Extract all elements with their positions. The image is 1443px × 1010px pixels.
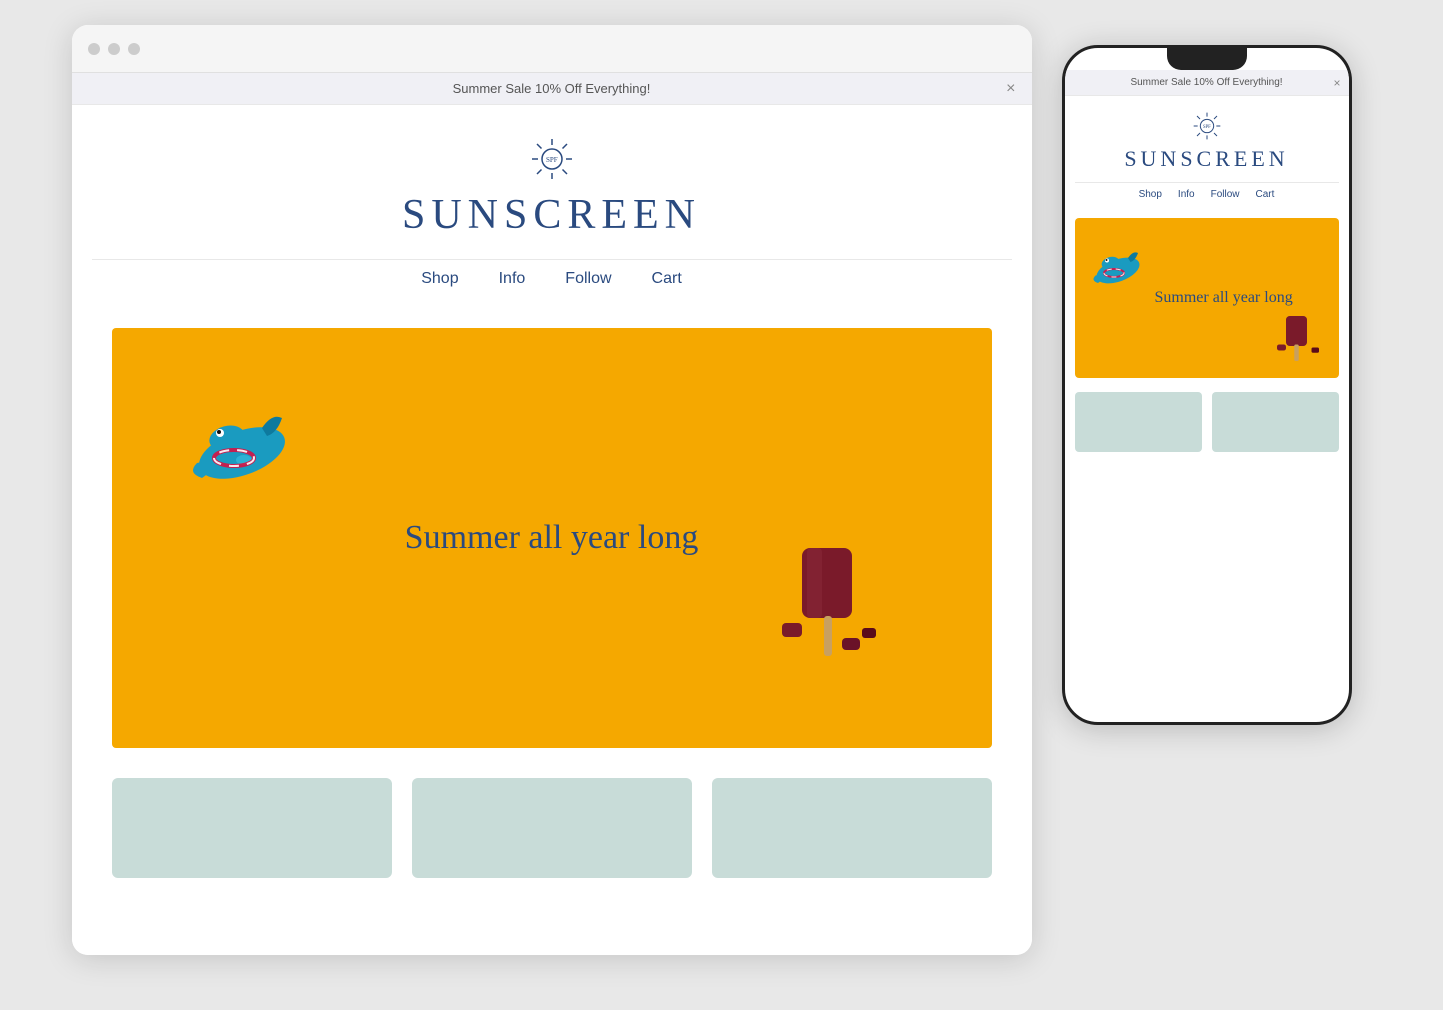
- announcement-text: Summer Sale 10% Off Everything!: [453, 81, 651, 96]
- phone-header: SPF SUNSCREEN Shop Info Follow Cart: [1065, 96, 1349, 218]
- phone-hero-banner: Summer all year long: [1075, 218, 1339, 378]
- phone-nav: Shop Info Follow Cart: [1075, 182, 1339, 210]
- announcement-bar: Summer Sale 10% Off Everything! ×: [72, 73, 1032, 105]
- browser-dot-yellow: [108, 43, 120, 55]
- nav-item-info[interactable]: Info: [499, 270, 526, 288]
- phone-announcement-text: Summer Sale 10% Off Everything!: [1130, 77, 1282, 88]
- nav-item-shop[interactable]: Shop: [421, 270, 458, 288]
- phone-sun-logo-icon: SPF: [1191, 110, 1223, 142]
- product-card-2[interactable]: [412, 778, 692, 878]
- hero-tagline: Summer all year long: [405, 519, 699, 557]
- phone-popsicle-illustration: [1271, 310, 1331, 370]
- product-card-3[interactable]: [712, 778, 992, 878]
- browser-content: Summer Sale 10% Off Everything! × SPF: [72, 73, 1032, 955]
- phone-dolphin-illustration: [1083, 238, 1148, 293]
- announcement-close-button[interactable]: ×: [1006, 81, 1015, 97]
- browser-chrome: [72, 25, 1032, 73]
- product-card-1[interactable]: [112, 778, 392, 878]
- browser-dot-green: [128, 43, 140, 55]
- phone-nav-item-follow[interactable]: Follow: [1211, 189, 1240, 200]
- scene: Summer Sale 10% Off Everything! × SPF: [72, 25, 1372, 985]
- dolphin-illustration: [172, 388, 302, 498]
- phone-content: Summer Sale 10% Off Everything! × SPF: [1065, 70, 1349, 462]
- nav-item-follow[interactable]: Follow: [565, 270, 611, 288]
- hero-banner: Summer all year long: [112, 328, 992, 748]
- phone-product-card-2[interactable]: [1212, 392, 1339, 452]
- phone-logo-text: SUNSCREEN: [1124, 146, 1288, 172]
- svg-text:SPF: SPF: [1203, 125, 1211, 130]
- site-logo-text: SUNSCREEN: [402, 191, 701, 239]
- phone-announcement-close-button[interactable]: ×: [1333, 76, 1340, 90]
- product-grid: [72, 758, 1032, 898]
- sun-logo-icon: SPF: [528, 135, 576, 183]
- phone-notch: [1167, 48, 1247, 70]
- site-header: SPF SUNSCREEN Shop Info Follow Cart: [72, 105, 1032, 328]
- site-nav: Shop Info Follow Cart: [92, 259, 1012, 308]
- phone-product-card-1[interactable]: [1075, 392, 1202, 452]
- desktop-browser: Summer Sale 10% Off Everything! × SPF: [72, 25, 1032, 955]
- svg-text:SPF: SPF: [546, 156, 558, 164]
- phone-nav-item-info[interactable]: Info: [1178, 189, 1195, 200]
- phone-nav-item-cart[interactable]: Cart: [1256, 189, 1275, 200]
- nav-item-cart[interactable]: Cart: [652, 270, 682, 288]
- mobile-phone: Summer Sale 10% Off Everything! × SPF: [1062, 45, 1352, 725]
- browser-dot-red: [88, 43, 100, 55]
- phone-hero-tagline: Summer all year long: [1155, 289, 1293, 307]
- phone-product-grid: [1065, 382, 1349, 462]
- phone-announcement-bar: Summer Sale 10% Off Everything! ×: [1065, 70, 1349, 96]
- popsicle-illustration: [752, 528, 912, 688]
- phone-nav-item-shop[interactable]: Shop: [1139, 189, 1162, 200]
